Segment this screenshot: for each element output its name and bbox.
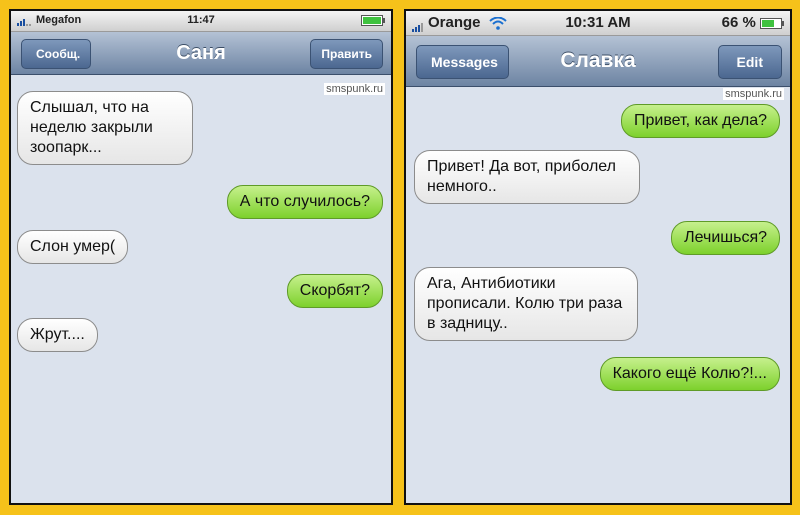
message-bubble[interactable]: Привет! Да вот, приболел немного.. [414,150,640,204]
edit-button[interactable]: Edit [717,45,782,79]
navigation-bar: Messages Славка Edit [406,36,790,87]
battery-icon [760,17,784,29]
status-bar: Orange 10:31 AM 66 % [406,11,790,36]
watermark: smspunk.ru [324,83,385,95]
message-bubble[interactable]: Скорбят? [286,274,383,308]
status-bar: Megafon 11:47 [11,11,391,32]
message-bubble[interactable]: Какого ещё Колю?!... [599,357,780,391]
message-bubble[interactable]: Привет, как дела? [621,104,780,138]
battery-status: 66 % [721,14,784,31]
message-bubble[interactable]: Слон умер( [17,230,129,264]
message-bubble[interactable]: Ага, Антибиотики прописали. Колю три раз… [414,267,638,341]
navigation-bar: Сообщ. Саня Править [11,32,391,75]
edit-button[interactable]: Править [310,39,383,69]
clock: 11:47 [187,14,215,26]
message-bubble[interactable]: Жрут.... [17,318,98,352]
battery-percent: 66 % [721,14,756,31]
watermark: smspunk.ru [723,88,784,100]
conversation-sanya: Megafon 11:47 Сообщ. Саня Править smspun… [9,9,393,505]
conversation-slavka: Orange 10:31 AM 66 % Messages Славка Edi… [404,9,792,505]
message-bubble[interactable]: Слышал, что на неделю закрыли зоопарк... [17,91,193,165]
message-bubble[interactable]: А что случилось? [226,185,383,219]
message-bubble[interactable]: Лечишься? [671,221,780,255]
battery-icon [361,14,385,26]
